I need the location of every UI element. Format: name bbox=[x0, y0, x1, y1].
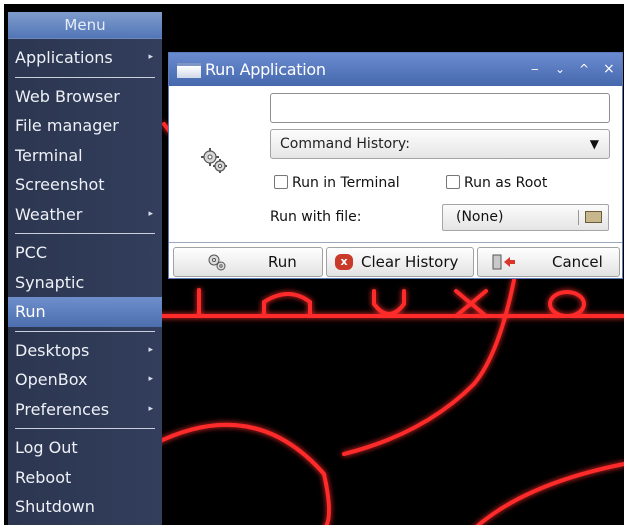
file-chooser-separator bbox=[578, 210, 579, 225]
submenu-arrow-icon: ▸ bbox=[148, 403, 153, 414]
file-chooser-value: (None) bbox=[456, 209, 504, 225]
dialog-titlebar[interactable]: Run Application ‒ ⌄ ^ × bbox=[169, 53, 622, 86]
menu-item-terminal[interactable]: Terminal bbox=[8, 141, 162, 171]
gears-icon bbox=[201, 148, 227, 173]
dialog-title: Run Application bbox=[205, 60, 326, 79]
file-chooser-button[interactable]: (None) bbox=[442, 204, 609, 231]
menu-item-openbox[interactable]: OpenBox ▸ bbox=[8, 365, 162, 395]
menu-title: Menu bbox=[8, 12, 162, 39]
submenu-arrow-icon: ▸ bbox=[148, 374, 153, 384]
menu-separator bbox=[15, 428, 155, 429]
submenu-arrow-icon: ▸ bbox=[148, 344, 153, 355]
window-icon bbox=[177, 63, 201, 78]
submenu-arrow-icon: ▸ bbox=[148, 52, 153, 62]
cancel-button[interactable]: Cancel bbox=[477, 247, 620, 277]
maximize-icon[interactable]: ^ bbox=[579, 53, 589, 86]
menu-item-weather[interactable]: Weather ▸ bbox=[8, 200, 162, 230]
menu-item-applications[interactable]: Applications ▸ bbox=[8, 43, 162, 73]
dropdown-arrow-icon: ▼ bbox=[589, 137, 599, 151]
menu-separator bbox=[15, 76, 155, 78]
menu-separator bbox=[15, 233, 155, 234]
folder-icon bbox=[585, 211, 602, 223]
menu-item-desktops[interactable]: Desktops ▸ bbox=[8, 336, 162, 366]
run-with-file-label: Run with file: bbox=[270, 209, 362, 225]
command-history-dropdown[interactable]: Command History: ▼ bbox=[270, 129, 610, 159]
menu-item-reboot[interactable]: Reboot bbox=[8, 463, 162, 493]
checkbox-box[interactable] bbox=[274, 175, 288, 189]
checkbox-box[interactable] bbox=[446, 175, 460, 189]
run-button[interactable]: Run bbox=[173, 247, 323, 277]
menu-item-shutdown[interactable]: Shutdown bbox=[8, 492, 162, 522]
menu-item-pcc[interactable]: PCC bbox=[8, 238, 162, 268]
submenu-arrow-icon: ▸ bbox=[148, 208, 153, 219]
menu-item-synaptic[interactable]: Synaptic bbox=[8, 268, 162, 298]
menu-separator bbox=[15, 330, 155, 332]
gears-icon bbox=[208, 254, 226, 271]
run-as-root-checkbox[interactable]: Run as Root bbox=[446, 173, 547, 193]
minimize-icon[interactable]: ‒ bbox=[531, 53, 539, 86]
clear-x-icon: x bbox=[335, 254, 353, 270]
openbox-menu: Menu Applications ▸ Web Browser File mana… bbox=[8, 12, 162, 525]
menu-item-preferences[interactable]: Preferences ▸ bbox=[8, 395, 162, 425]
close-icon[interactable]: × bbox=[603, 53, 615, 86]
dialog-separator bbox=[169, 242, 622, 243]
desktop: Menu Applications ▸ Web Browser File mana… bbox=[0, 0, 626, 525]
run-application-dialog: Run Application ‒ ⌄ ^ × Command History:… bbox=[168, 52, 623, 279]
menu-item-web-browser[interactable]: Web Browser bbox=[8, 82, 162, 112]
run-in-terminal-checkbox[interactable]: Run in Terminal bbox=[274, 173, 400, 193]
menu-item-screenshot[interactable]: Screenshot bbox=[8, 170, 162, 200]
menu-item-log-out[interactable]: Log Out bbox=[8, 433, 162, 463]
menu-item-file-manager[interactable]: File manager bbox=[8, 111, 162, 141]
clear-history-button[interactable]: x Clear History bbox=[326, 247, 474, 277]
menu-item-run[interactable]: Run bbox=[8, 297, 162, 327]
command-history-label: Command History: bbox=[280, 136, 410, 152]
command-input[interactable] bbox=[270, 93, 610, 123]
exit-door-icon bbox=[492, 254, 515, 270]
shade-icon[interactable]: ⌄ bbox=[555, 53, 565, 86]
